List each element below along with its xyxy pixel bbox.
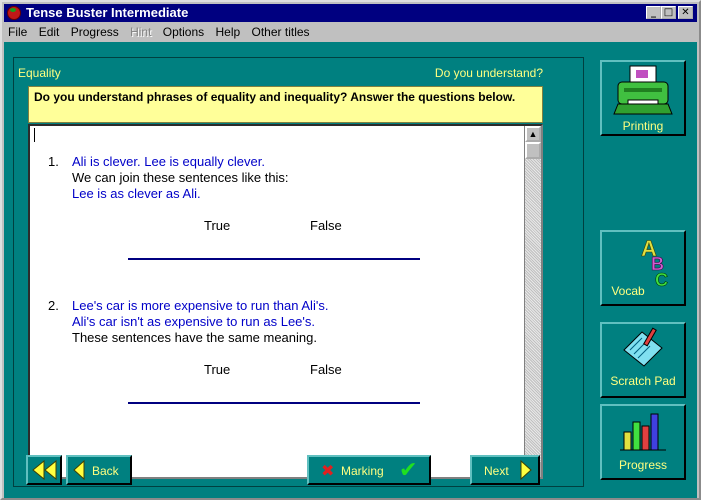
menu-other-titles[interactable]: Other titles <box>252 25 310 39</box>
answer-line <box>128 258 420 260</box>
option-true[interactable]: True <box>204 218 230 233</box>
question-line: Ali is clever. Lee is equally clever. <box>72 154 265 169</box>
client-area: Equality Do you understand? Do you under… <box>4 42 697 498</box>
option-false[interactable]: False <box>310 218 342 233</box>
checkmark-icon: ✔ <box>399 458 418 483</box>
vertical-scrollbar[interactable]: ▲ ▼ <box>524 126 541 477</box>
menu-bar: File Edit Progress Hint Options Help Oth… <box>4 23 697 41</box>
notepad-icon <box>623 327 663 367</box>
question-line: These sentences have the same meaning. <box>72 330 317 345</box>
question-line: Lee's car is more expensive to run than … <box>72 298 329 313</box>
instruction-box: Do you understand phrases of equality an… <box>28 86 543 123</box>
first-page-button[interactable] <box>26 455 62 485</box>
printing-button[interactable]: Printing <box>600 60 686 136</box>
vocab-label: Vocab <box>611 284 645 298</box>
scratch-pad-button[interactable]: Scratch Pad <box>600 322 686 398</box>
next-label: Next <box>484 464 509 478</box>
menu-edit[interactable]: Edit <box>39 25 60 39</box>
marking-label: Marking <box>341 464 384 478</box>
question-line: We can join these sentences like this: <box>72 170 289 185</box>
exercise-pane[interactable]: 1. Ali is clever. Lee is equally clever. … <box>28 124 543 479</box>
question-number: 2. <box>48 298 59 313</box>
scratch-pad-label: Scratch Pad <box>610 374 676 388</box>
question-number: 1. <box>48 154 59 169</box>
vocab-button[interactable]: A B C Vocab <box>600 230 686 306</box>
app-window: Tense Buster Intermediate _ □ ✕ File Edi… <box>0 0 701 500</box>
bar-chart-icon <box>620 413 666 451</box>
question-line: Lee is as clever as Ali. <box>72 186 201 201</box>
app-icon <box>7 6 21 20</box>
maximize-icon[interactable]: □ <box>661 6 676 19</box>
question-2: 2. Lee's car is more expensive to run tha… <box>48 298 328 346</box>
back-label: Back <box>92 464 119 478</box>
scroll-up-icon[interactable]: ▲ <box>525 126 541 142</box>
cross-icon: ✖ <box>321 461 335 480</box>
topic-label: Equality <box>18 66 61 80</box>
text-caret <box>34 128 35 142</box>
abc-blocks-icon: A B C <box>641 236 669 288</box>
next-arrow-icon <box>520 460 532 480</box>
window-title: Tense Buster Intermediate <box>26 5 189 20</box>
scroll-thumb[interactable] <box>525 142 541 159</box>
title-bar[interactable]: Tense Buster Intermediate _ □ ✕ <box>4 4 697 22</box>
menu-hint[interactable]: Hint <box>130 25 151 39</box>
option-true[interactable]: True <box>204 362 230 377</box>
menu-progress[interactable]: Progress <box>71 25 119 39</box>
printing-label: Printing <box>622 119 664 133</box>
option-false[interactable]: False <box>310 362 342 377</box>
rewind-icon <box>32 460 57 480</box>
printer-icon <box>613 65 673 115</box>
lesson-header: Equality Do you understand? <box>18 66 543 83</box>
marking-button[interactable]: ✖ Marking ✔ <box>307 455 431 485</box>
window-controls: _ □ ✕ <box>646 6 693 19</box>
menu-options[interactable]: Options <box>163 25 204 39</box>
question-line: Ali's car isn't as expensive to run as L… <box>72 314 316 329</box>
question-1: 1. Ali is clever. Lee is equally clever. … <box>48 154 289 202</box>
menu-help[interactable]: Help <box>215 25 240 39</box>
progress-label: Progress <box>618 458 668 472</box>
minimize-icon[interactable]: _ <box>646 6 661 19</box>
next-button[interactable]: Next <box>470 455 540 485</box>
section-label: Do you understand? <box>434 66 543 80</box>
answer-line <box>128 402 420 404</box>
back-button[interactable]: Back <box>66 455 132 485</box>
menu-file[interactable]: File <box>8 25 27 39</box>
back-arrow-icon <box>73 460 85 480</box>
progress-button[interactable]: Progress <box>600 404 686 480</box>
close-icon[interactable]: ✕ <box>678 6 693 19</box>
